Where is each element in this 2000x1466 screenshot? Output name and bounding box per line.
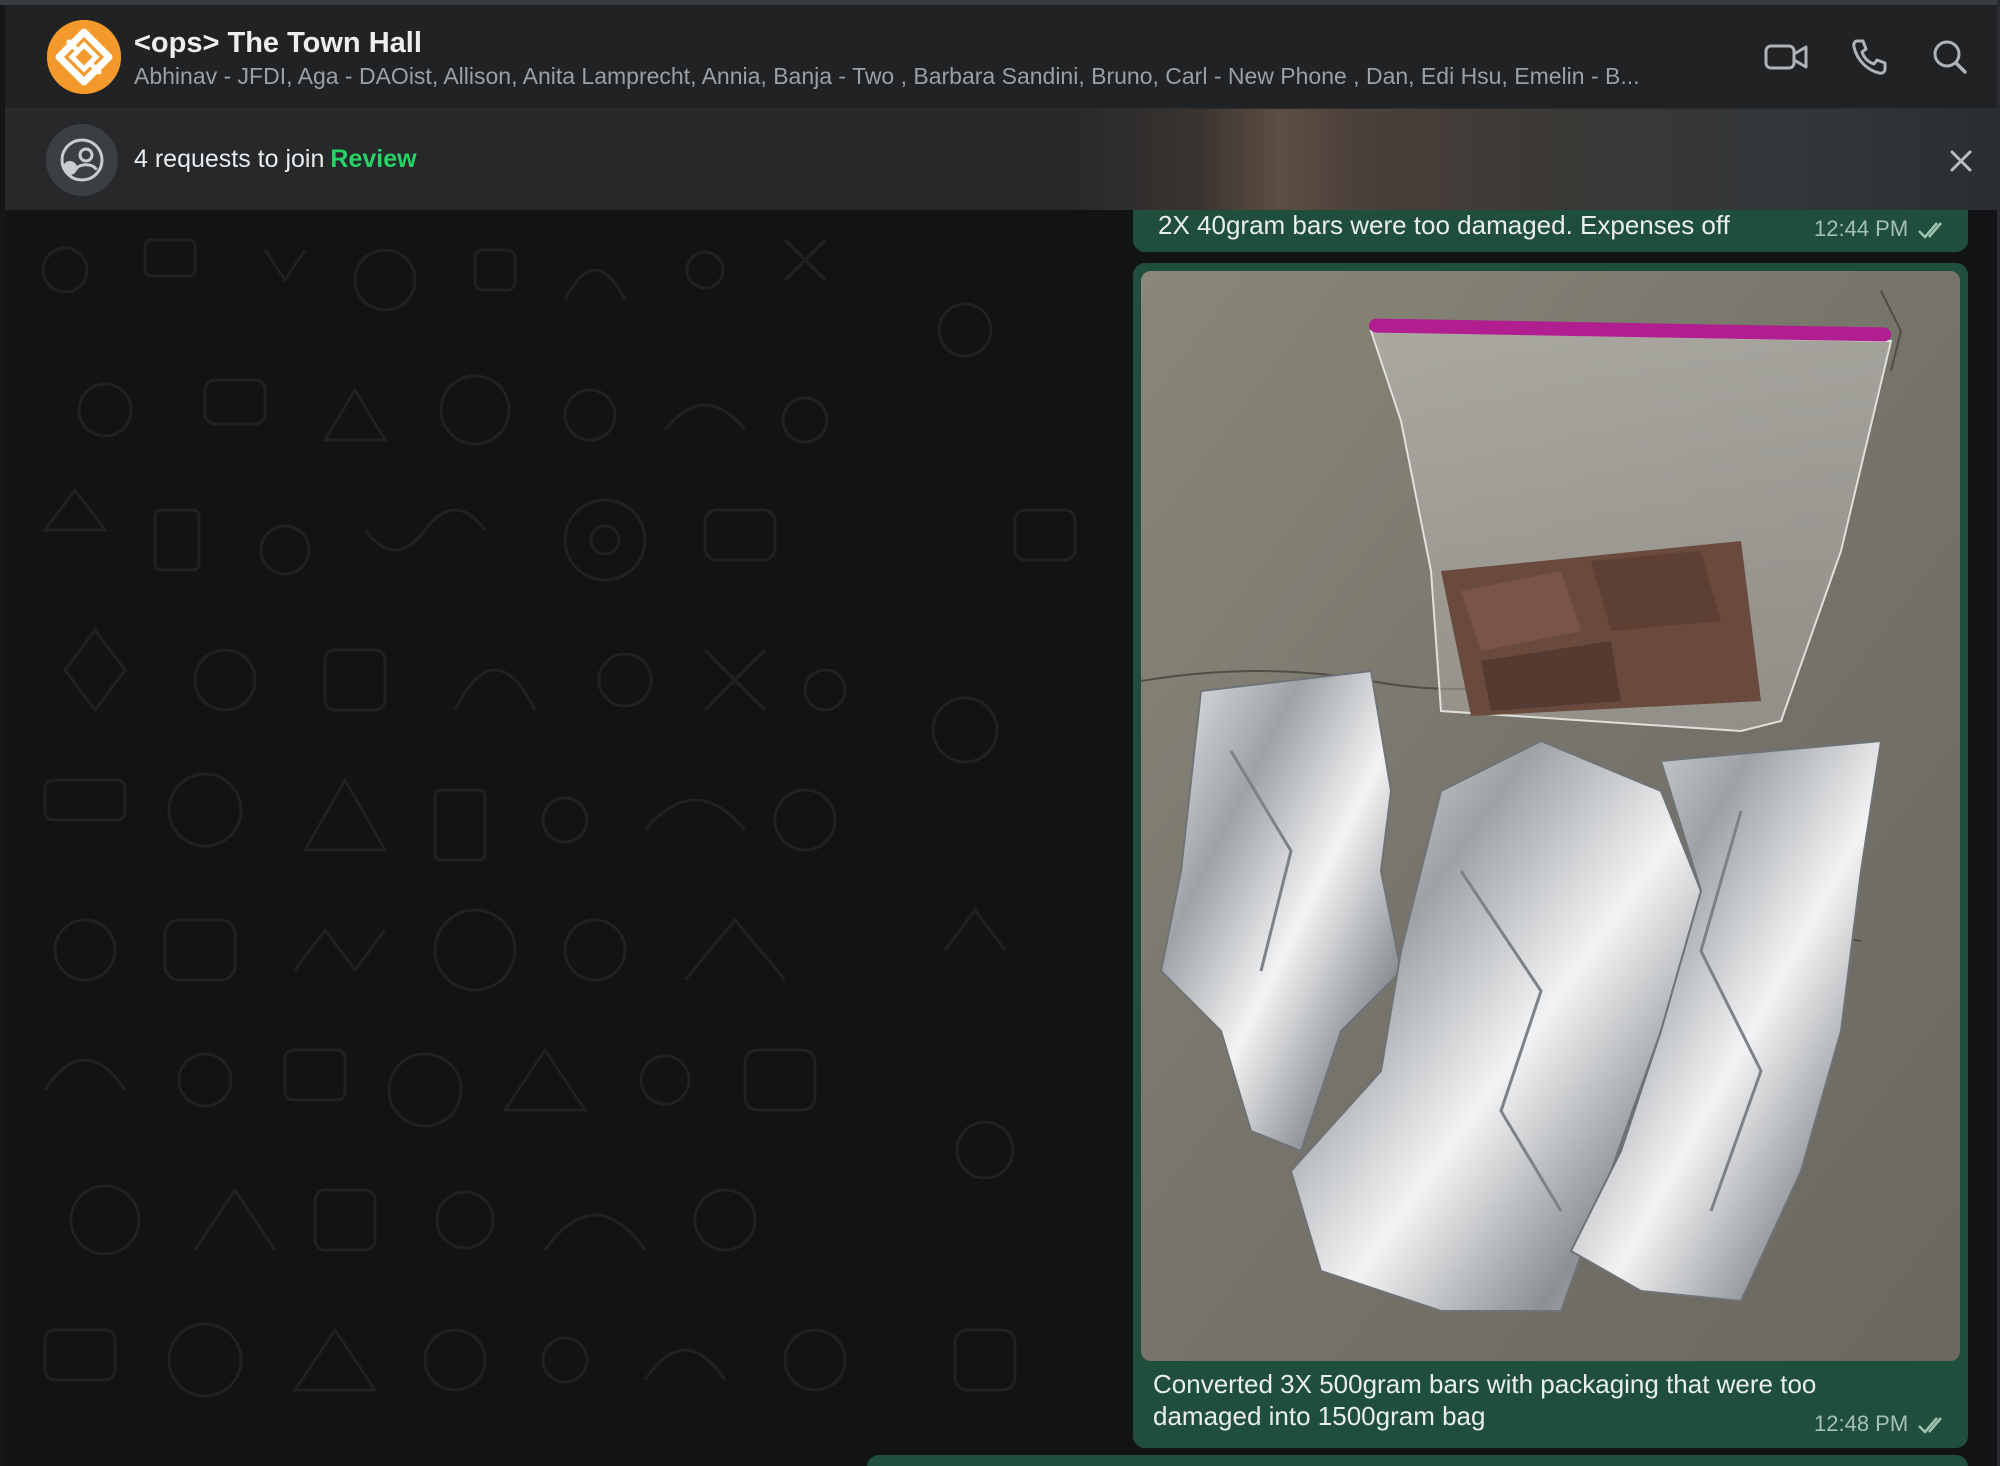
double-check-icon (1918, 1417, 1942, 1434)
message-bubble-outgoing[interactable]: 2X 40gram bars were too damaged. Expense… (1133, 210, 1968, 252)
chat-header[interactable]: <ops> The Town Hall Abhinav - JFDI, Aga … (5, 5, 1997, 109)
review-link[interactable]: Review (330, 145, 416, 173)
double-check-icon (1918, 222, 1942, 239)
message-photo[interactable] (1141, 271, 1960, 1361)
message-text: 2X 40gram bars were too damaged. Expense… (1158, 210, 1730, 240)
join-requests-text: 4 requests to join (134, 145, 325, 173)
community-requests-icon (46, 124, 118, 196)
chat-title[interactable]: <ops> The Town Hall (134, 27, 422, 60)
message-list[interactable]: 2X 40gram bars were too damaged. Expense… (5, 210, 1997, 1466)
message-bubble-outgoing-image[interactable]: Converted 3X 500gram bars with packaging… (1133, 263, 1968, 1448)
join-requests-banner: 4 requests to join Review (5, 109, 1997, 210)
image-caption-line1: Converted 3X 500gram bars with packaging… (1153, 1369, 1817, 1399)
search-icon[interactable] (1927, 35, 1975, 79)
image-caption-line2: damaged into 1500gram bag (1153, 1401, 1486, 1431)
group-logo-icon[interactable] (47, 20, 121, 94)
participants-list[interactable]: Abhinav - JFDI, Aga - DAOist, Allison, A… (134, 63, 1744, 90)
voice-call-icon[interactable] (1845, 35, 1893, 79)
message-timestamp: 12:44 PM (1814, 216, 1909, 241)
video-call-icon[interactable] (1763, 35, 1811, 79)
close-icon[interactable] (1944, 144, 1978, 178)
message-bubble-outgoing-next[interactable] (867, 1455, 1968, 1466)
whatsapp-window: <ops> The Town Hall Abhinav - JFDI, Aga … (0, 0, 2000, 1466)
message-timestamp: 12:48 PM (1814, 1411, 1909, 1436)
join-requests-message: 4 requests to join Review (134, 145, 417, 174)
